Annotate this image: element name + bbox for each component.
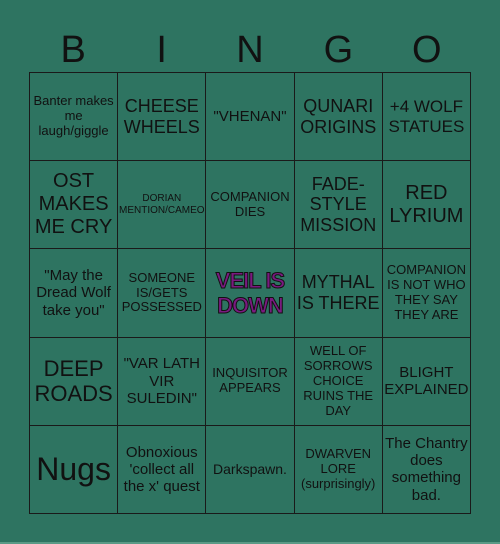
bingo-cell[interactable]: +4 WOLF STATUES bbox=[382, 73, 471, 162]
bingo-cell[interactable]: MYTHAL IS THERE bbox=[294, 249, 383, 338]
bingo-cell[interactable]: SOMEONE IS/GETS POSSESSED bbox=[118, 249, 207, 338]
header-letter-g: G bbox=[323, 29, 354, 71]
bingo-cell[interactable]: CHEESE WHEELS bbox=[118, 73, 207, 162]
bingo-card: Banter makes me laugh/giggle CHEESE WHEE… bbox=[29, 72, 471, 514]
header-letter-i: I bbox=[156, 29, 167, 71]
bingo-cell[interactable]: Darkspawn. bbox=[206, 425, 295, 514]
bingo-cell[interactable]: BLIGHT EXPLAINED bbox=[382, 337, 471, 426]
bingo-cell[interactable]: COMPANION DIES bbox=[206, 161, 295, 250]
bingo-cell[interactable]: "VHENAN" bbox=[206, 73, 295, 162]
bingo-cell[interactable]: FADE-STYLE MISSION bbox=[294, 161, 383, 250]
header-letter-b: B bbox=[60, 29, 86, 71]
bingo-cell[interactable]: DORIAN MENTION/CAMEO bbox=[118, 161, 207, 250]
bingo-cell[interactable]: DWARVEN LORE (surprisingly) bbox=[294, 425, 383, 514]
bingo-cell[interactable]: "VAR LATH VIR SULEDIN" bbox=[118, 337, 207, 426]
header-letter-o: O bbox=[412, 29, 442, 71]
free-space-cell[interactable]: VEIL IS DOWN bbox=[206, 249, 295, 338]
bingo-cell[interactable]: "May the Dread Wolf take you" bbox=[30, 249, 119, 338]
header-letter-n: N bbox=[236, 29, 264, 71]
bingo-cell[interactable]: OST MAKES ME CRY bbox=[30, 161, 119, 250]
bingo-header: B I N G O bbox=[29, 28, 471, 72]
bingo-cell[interactable]: QUNARI ORIGINS bbox=[294, 73, 383, 162]
bingo-cell[interactable]: WELL OF SORROWS CHOICE RUINS THE DAY bbox=[294, 337, 383, 426]
bingo-cell[interactable]: INQUISITOR APPEARS bbox=[206, 337, 295, 426]
bingo-cell[interactable]: Obnoxious 'collect all the x' quest bbox=[118, 425, 207, 514]
bingo-cell[interactable]: Banter makes me laugh/giggle bbox=[30, 73, 119, 162]
bingo-cell[interactable]: Nugs bbox=[30, 425, 119, 514]
bingo-cell[interactable]: COMPANION IS NOT WHO THEY SAY THEY ARE bbox=[382, 249, 471, 338]
bingo-cell[interactable]: DEEP ROADS bbox=[30, 337, 119, 426]
bingo-cell[interactable]: RED LYRIUM bbox=[382, 161, 471, 250]
bingo-cell[interactable]: The Chantry does something bad. bbox=[382, 425, 471, 514]
